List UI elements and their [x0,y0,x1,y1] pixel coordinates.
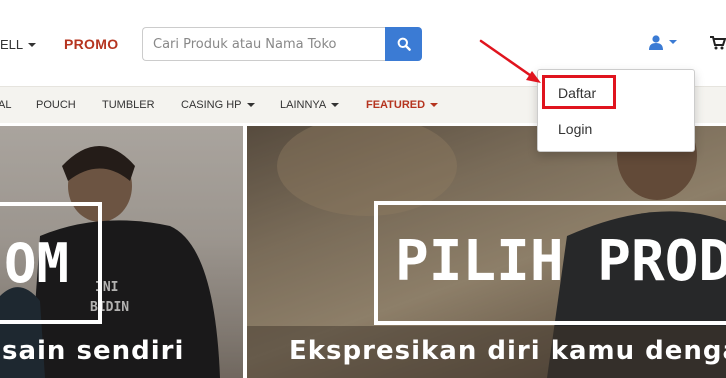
search-icon [397,37,411,51]
nav-sell-label: ELL [0,37,24,52]
chevron-down-icon [430,103,439,107]
search-input[interactable] [142,27,385,61]
chevron-down-icon [28,42,37,47]
chevron-down-icon [331,103,340,107]
banner-choose-product[interactable]: PILIH PRODU Ekspresikan diri kamu denga [247,126,726,378]
category-label: POUCH [36,99,76,111]
cart-button[interactable] [710,36,726,55]
category-label: AL [0,99,12,111]
category-label: FEATURED [366,99,426,111]
category-item-tumbler[interactable]: TUMBLER [102,99,155,111]
chevron-down-icon [669,40,677,44]
banner-subtitle: Ekspresikan diri kamu denga [289,336,726,366]
category-item-lainnya[interactable]: LAINNYA [280,99,340,111]
banner-subtitle: sain sendiri [2,336,185,366]
account-menu-button[interactable] [648,34,677,50]
chevron-down-icon [246,103,255,107]
category-label: LAINNYA [280,99,327,111]
nav-promo-link[interactable]: PROMO [64,36,118,52]
search-button[interactable] [385,27,422,61]
category-label: CASING HP [181,99,242,111]
banner-title: OM [4,232,70,295]
highlight-box [542,75,616,109]
menu-item-login[interactable]: Login [558,121,592,137]
category-item-pouch[interactable]: POUCH [36,99,76,111]
category-item-featured[interactable]: FEATURED [366,99,439,111]
user-icon [649,35,663,50]
category-label: TUMBLER [102,99,155,111]
cart-icon [710,36,726,50]
category-item-casing-hp[interactable]: CASING HP [181,99,255,111]
banner-custom-design[interactable]: INI BIDIN OM sain sendiri [0,126,243,378]
search-bar [142,27,422,61]
category-item-al[interactable]: AL [0,99,11,111]
banner-title: PILIH PRODU [395,229,726,294]
nav-sell-menu[interactable]: ELL [0,37,37,52]
